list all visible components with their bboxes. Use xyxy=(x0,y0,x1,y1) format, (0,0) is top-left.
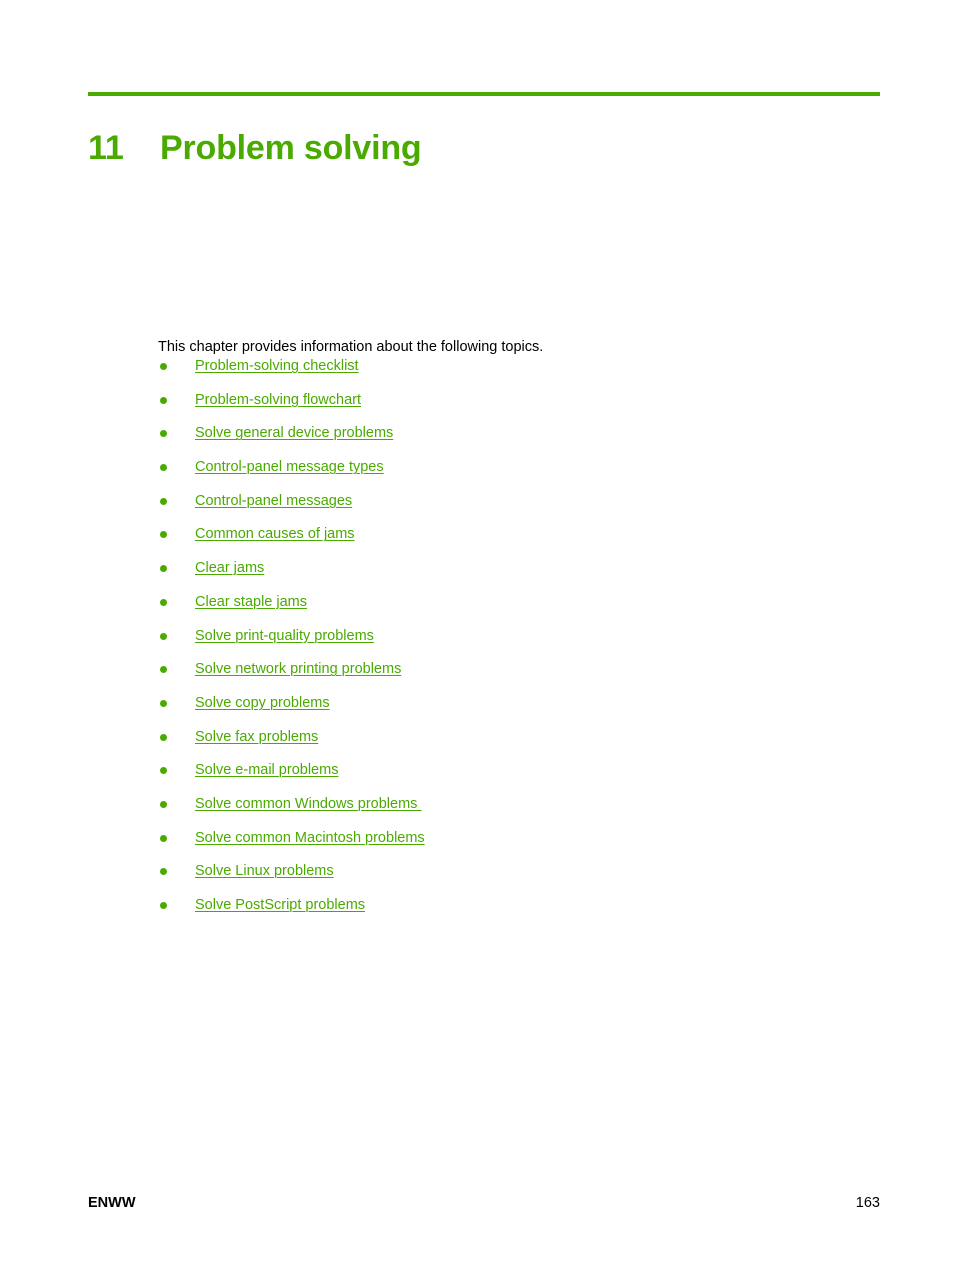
bullet-icon xyxy=(160,868,167,876)
list-item: Solve network printing problems xyxy=(158,659,878,693)
list-item: Solve copy problems xyxy=(158,693,878,727)
list-item: Common causes of jams xyxy=(158,524,878,558)
topic-link[interactable]: Solve network printing problems xyxy=(195,659,401,679)
bullet-icon xyxy=(160,767,167,775)
page-title: 11 Problem solving xyxy=(88,126,888,170)
topic-link[interactable]: Problem-solving checklist xyxy=(195,356,359,376)
topic-link[interactable]: Control-panel message types xyxy=(195,457,384,477)
topic-link-list: Problem-solving checklist Problem-solving… xyxy=(158,356,878,929)
bullet-icon xyxy=(160,598,167,606)
document-page: 11 Problem solving This chapter provides … xyxy=(0,0,954,1270)
bullet-icon xyxy=(160,733,167,741)
topic-link[interactable]: Solve fax problems xyxy=(195,727,318,747)
footer-locale: ENWW xyxy=(88,1195,136,1211)
list-item: Solve e-mail problems xyxy=(158,760,878,794)
page-footer: ENWW 163 xyxy=(88,1193,880,1213)
chapter-heading-rule xyxy=(88,92,880,96)
topic-link[interactable]: Solve general device problems xyxy=(195,423,393,443)
intro-paragraph: This chapter provides information about … xyxy=(158,338,544,355)
topic-link[interactable]: Control-panel messages xyxy=(195,491,352,511)
topic-link[interactable]: Solve PostScript problems xyxy=(195,895,365,915)
list-item: Solve PostScript problems xyxy=(158,895,878,929)
bullet-icon xyxy=(160,699,167,707)
bullet-icon xyxy=(160,565,167,573)
bullet-icon xyxy=(160,430,167,438)
topic-link[interactable]: Solve print-quality problems xyxy=(195,626,374,646)
topic-link[interactable]: Solve copy problems xyxy=(195,693,330,713)
bullet-icon xyxy=(160,666,167,674)
topic-link[interactable]: Solve common Macintosh problems xyxy=(195,828,425,848)
list-item: Clear jams xyxy=(158,558,878,592)
bullet-icon xyxy=(160,396,167,404)
bullet-icon xyxy=(160,363,167,370)
list-item: Solve fax problems xyxy=(158,727,878,761)
topic-link[interactable]: Clear staple jams xyxy=(195,592,307,612)
list-item: Solve general device problems xyxy=(158,423,878,457)
list-item: Problem-solving checklist xyxy=(158,356,878,390)
topic-link[interactable]: Solve common Windows problems xyxy=(195,794,421,814)
bullet-icon xyxy=(160,632,167,640)
list-item: Solve common Macintosh problems xyxy=(158,828,878,862)
list-item: Solve Linux problems xyxy=(158,861,878,895)
bullet-icon xyxy=(160,902,167,909)
chapter-title-text: Problem solving xyxy=(160,128,422,167)
topic-link[interactable]: Clear jams xyxy=(195,558,264,578)
bullet-icon xyxy=(160,800,167,808)
chapter-number: 11 xyxy=(88,128,124,167)
bullet-icon xyxy=(160,464,167,472)
list-item: Solve print-quality problems xyxy=(158,626,878,660)
bullet-icon xyxy=(160,531,167,539)
bullet-icon xyxy=(160,497,167,505)
list-item: Clear staple jams xyxy=(158,592,878,626)
topic-link[interactable]: Problem-solving flowchart xyxy=(195,390,361,410)
list-item: Control-panel message types xyxy=(158,457,878,491)
list-item: Problem-solving flowchart xyxy=(158,390,878,424)
list-item: Solve common Windows problems xyxy=(158,794,878,828)
footer-page-number: 163 xyxy=(855,1195,880,1211)
bullet-icon xyxy=(160,834,167,842)
topic-link[interactable]: Solve Linux problems xyxy=(195,861,334,881)
topic-link[interactable]: Solve e-mail problems xyxy=(195,760,338,780)
topic-link[interactable]: Common causes of jams xyxy=(195,524,355,544)
list-item: Control-panel messages xyxy=(158,491,878,525)
